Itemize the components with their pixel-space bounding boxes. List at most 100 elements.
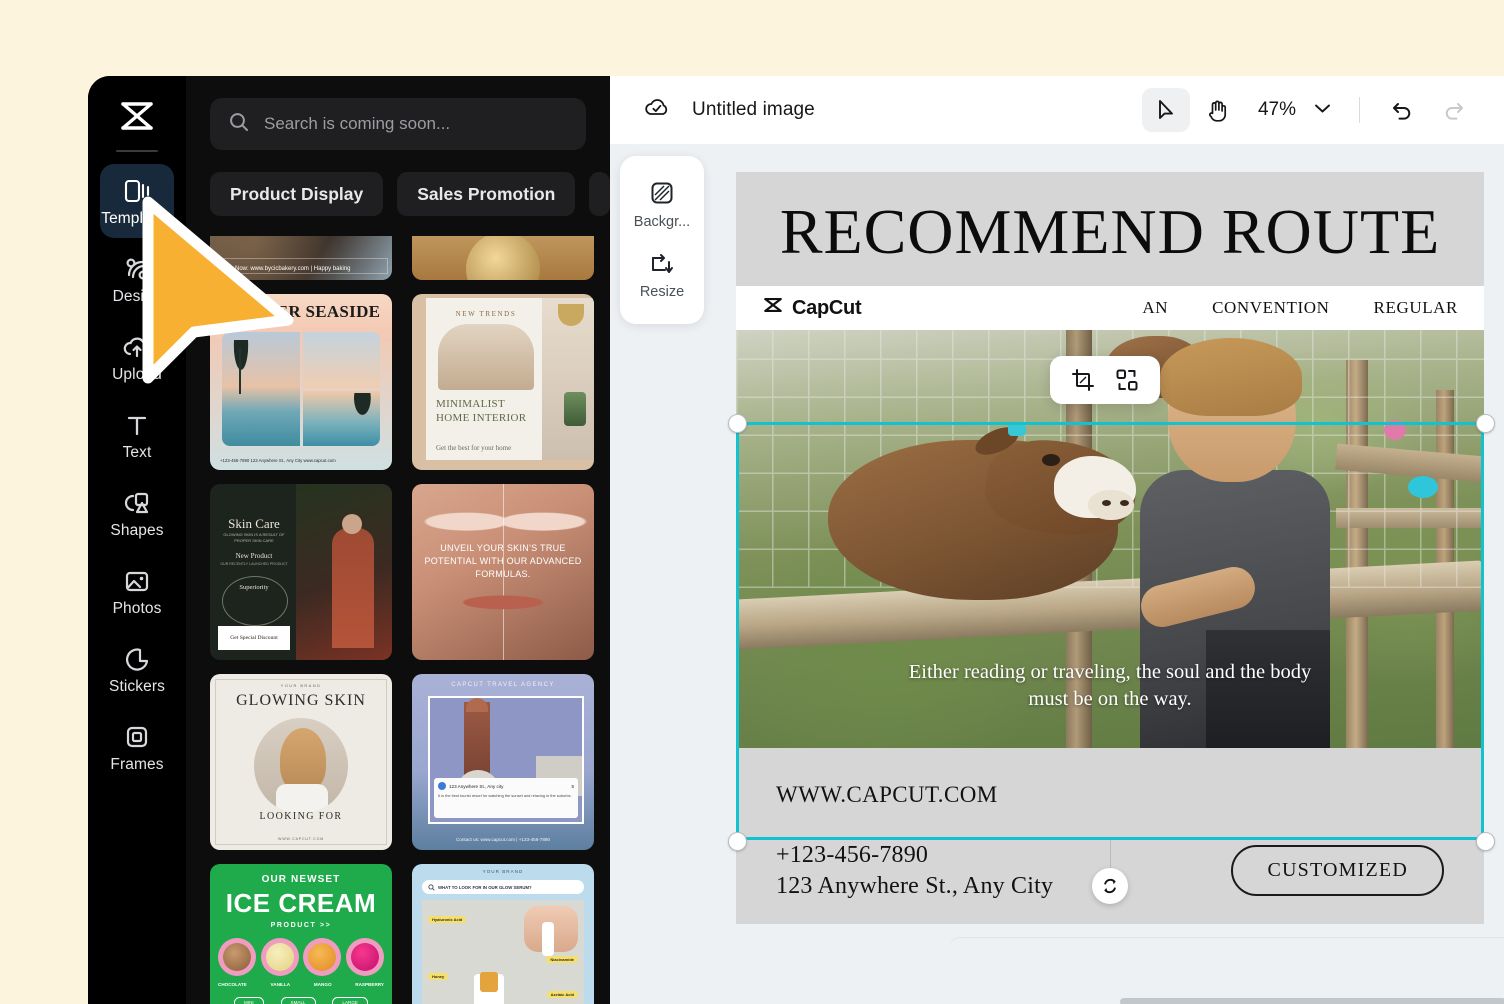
template-title-2: HOME INTERIOR xyxy=(436,412,527,424)
sidebar-item-photos[interactable]: Photos xyxy=(100,554,174,628)
template-card[interactable]: YOUR BRAND GLOWING SKIN LOOKING FOR WWW.… xyxy=(210,674,392,850)
zoom-level-value[interactable]: 47% xyxy=(1258,99,1296,121)
template-footer: +123-456-7890 123 Anywhere St., Any City… xyxy=(220,458,336,463)
templates-icon xyxy=(122,175,152,205)
undo-button[interactable] xyxy=(1378,88,1426,132)
template-eyebrow: CAPCUT TRAVEL AGENCY xyxy=(451,682,555,688)
template-addr: 123 Anywhere St., Any city xyxy=(449,783,504,789)
upload-cloud-icon xyxy=(121,331,153,361)
template-card[interactable]: Skin Care GLOWING SKIN IS A RESULT OF PR… xyxy=(210,484,392,660)
poster-nav-link[interactable]: REGULAR xyxy=(1374,298,1458,318)
selection-handle-tl[interactable] xyxy=(728,414,747,433)
rotate-icon xyxy=(1104,878,1116,894)
selection-handle-br[interactable] xyxy=(1476,832,1495,851)
stickers-icon xyxy=(122,643,152,673)
shapes-icon xyxy=(122,487,152,517)
quote-line-2: must be on the way. xyxy=(1028,688,1192,711)
replace-media-button[interactable] xyxy=(1110,363,1144,397)
sidebar-item-frames[interactable]: Frames xyxy=(100,710,174,784)
template-title-1: MINIMALIST xyxy=(436,398,505,410)
template-title: GLOWING SKIN xyxy=(236,692,366,709)
template-eyebrow: NEW TRENDS xyxy=(455,310,517,318)
sidebar-item-shapes[interactable]: Shapes xyxy=(100,476,174,550)
poster-nav-links: AN CONVENTION REGULAR xyxy=(1142,298,1458,318)
poster-nav-link[interactable]: AN xyxy=(1142,298,1168,318)
search-input[interactable] xyxy=(262,113,568,135)
capcut-logo-icon[interactable] xyxy=(111,94,163,138)
poster-website[interactable]: WWW.CAPCUT.COM xyxy=(776,782,1444,808)
select-tool-button[interactable] xyxy=(1141,88,1190,132)
template-card[interactable]: OUR NEWSET ICE CREAM PRODUCT >> CHOCOLAT… xyxy=(210,864,392,1004)
sidebar-item-label: Photos xyxy=(112,599,162,617)
chip-overflow[interactable] xyxy=(589,172,610,216)
editor-topbar: Untitled image 47% xyxy=(610,76,1504,144)
template-card[interactable]: SUMMER SEASIDE TRAVEL GUIDE +123-456-789… xyxy=(210,294,392,470)
template-title: ICE CREAM xyxy=(225,888,377,918)
poster-quote[interactable]: Either reading or traveling, the soul an… xyxy=(736,659,1484,714)
poster-canvas[interactable]: RECOMMEND ROUTE CapCut AN CONVENTION REG… xyxy=(736,172,1484,924)
template-card[interactable]: CAPCUT TRAVEL AGENCY 123 Anywhere St., A… xyxy=(412,674,594,850)
document-title[interactable]: Untitled image xyxy=(692,99,815,121)
template-card[interactable]: NEW TRENDS MINIMALIST HOME INTERIOR Get … xyxy=(412,294,594,470)
resize-tool-button[interactable]: Resize xyxy=(620,240,704,310)
sidebar-item-upload[interactable]: Upload xyxy=(100,320,174,394)
search-box[interactable] xyxy=(210,98,586,150)
template-tagline: Get the best for your home xyxy=(436,444,512,452)
sidebar-item-templates[interactable]: Templates xyxy=(100,164,174,238)
templates-scroll-area[interactable]: Order Now: www.bycicbakery.com | Happy b… xyxy=(186,236,610,1004)
template-cta: Get Special Discount xyxy=(230,635,278,641)
poster-cta-button[interactable]: CUSTOMIZED xyxy=(1231,845,1444,896)
hand-tool-button[interactable] xyxy=(1194,88,1242,132)
redo-icon xyxy=(1445,103,1463,120)
template-card[interactable]: Order Now: www.bycicbakery.com | Happy b… xyxy=(210,236,392,280)
poster-title[interactable]: RECOMMEND ROUTE xyxy=(736,172,1484,264)
cloud-check-icon[interactable] xyxy=(642,95,672,126)
templates-panel: Product Display Sales Promotion Order No… xyxy=(186,76,610,1004)
poster-nav-link[interactable]: CONVENTION xyxy=(1212,298,1329,318)
toolbar-divider xyxy=(1359,97,1360,123)
flavor-label: CHOCOLATE xyxy=(218,982,247,987)
canvas-area[interactable]: Backgr... Resize RECOMMEND ROUTE CapCut … xyxy=(610,144,1504,1004)
serum-tag: Niacinamide xyxy=(546,956,578,963)
sidebar-item-text[interactable]: Text xyxy=(100,398,174,472)
sidebar-item-label: Upload xyxy=(112,365,162,383)
selection-handle-tr[interactable] xyxy=(1476,414,1495,433)
horizontal-scrollbar[interactable] xyxy=(1120,998,1504,1004)
canvas-tool-card: Backgr... Resize xyxy=(620,156,704,324)
crop-icon xyxy=(1072,369,1094,391)
chip-label: Product Display xyxy=(230,183,364,204)
rotate-handle[interactable] xyxy=(1092,868,1128,904)
chip-product-display[interactable]: Product Display xyxy=(210,172,384,216)
image-float-toolbar xyxy=(1050,356,1160,404)
poster-address[interactable]: 123 Anywhere St., Any City xyxy=(776,873,1053,900)
cursor-arrow-icon xyxy=(1159,100,1173,119)
background-tool-button[interactable]: Backgr... xyxy=(620,170,704,240)
chevron-down-icon[interactable] xyxy=(1304,101,1341,119)
template-card[interactable]: UNVEIL YOUR SKIN'S TRUE POTENTIAL WITH O… xyxy=(412,484,594,660)
template-card[interactable]: YOUR BRAND WHAT TO LOOK FOR IN OUR GLOW … xyxy=(412,864,594,1004)
quote-line-1: Either reading or traveling, the soul an… xyxy=(908,660,1312,683)
sidebar-item-label: Text xyxy=(122,443,152,461)
template-subtitle: LOOKING FOR xyxy=(259,811,343,822)
sidebar-item-design[interactable]: Design xyxy=(100,242,174,316)
template-section: New Product xyxy=(235,552,273,560)
template-card[interactable]: ING PEOPLE xyxy=(412,236,594,280)
frames-icon xyxy=(123,721,151,751)
template-desc: It is the best tourist resort for watchi… xyxy=(438,793,572,798)
template-title: Skin Care xyxy=(228,516,280,531)
serum-tag: Honey xyxy=(428,973,449,980)
poster-brand: CapCut xyxy=(762,296,862,320)
selection-handle-bl[interactable] xyxy=(728,832,747,851)
template-rating: 5 xyxy=(571,783,574,789)
tool-label: Resize xyxy=(639,284,685,300)
bottom-panel[interactable] xyxy=(950,938,1504,1004)
chip-label: Sales Promotion xyxy=(417,183,556,204)
poster-phone[interactable]: +123-456-7890 xyxy=(776,842,1053,869)
crop-button[interactable] xyxy=(1066,363,1100,397)
chip-sales-promotion[interactable]: Sales Promotion xyxy=(397,172,576,216)
flavor-label: RASPBERRY xyxy=(355,982,384,987)
redo-button[interactable] xyxy=(1430,88,1478,132)
replace-media-icon xyxy=(1116,369,1138,391)
sidebar-item-stickers[interactable]: Stickers xyxy=(100,632,174,706)
sidebar-item-label: Frames xyxy=(110,755,164,773)
